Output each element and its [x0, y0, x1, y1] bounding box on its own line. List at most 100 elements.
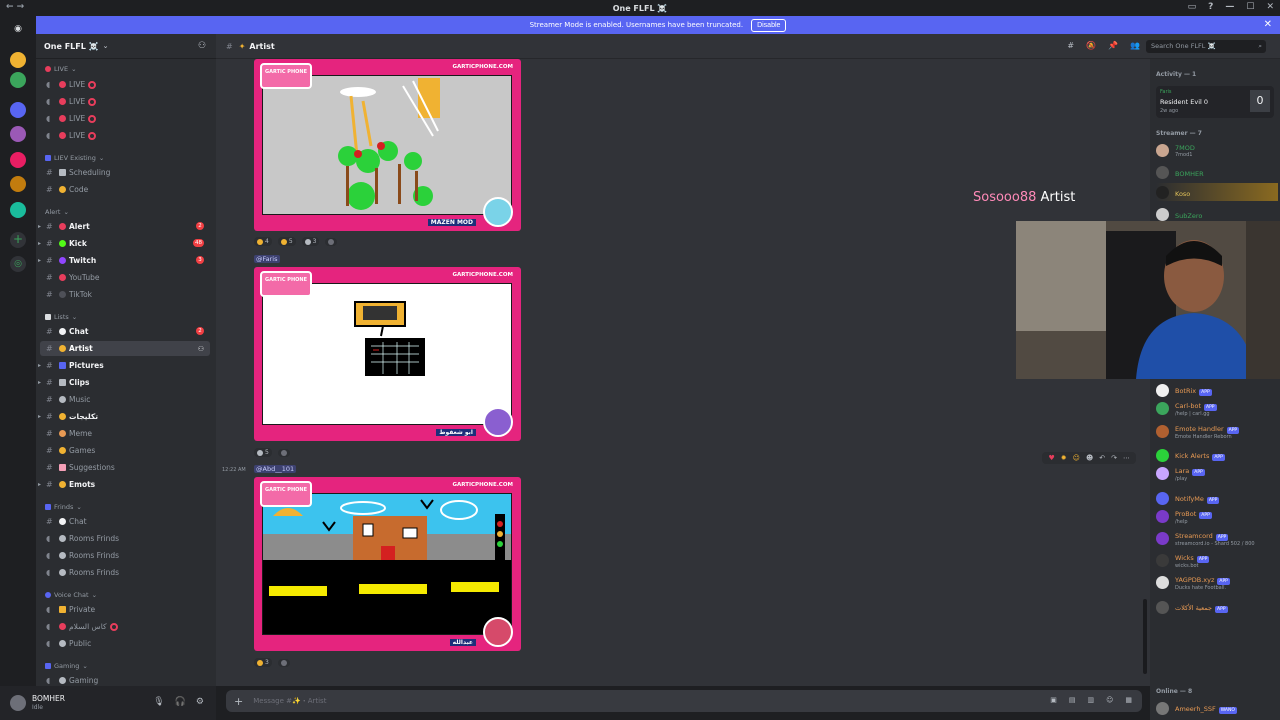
category-liev-existing[interactable]: LIEV Existing ⌄	[45, 153, 104, 163]
activity-card[interactable]: Faris Resident Evil 0 2w ago 0	[1156, 86, 1274, 118]
attach-plus-icon[interactable]: +	[234, 695, 243, 708]
channel-kick[interactable]: ▸ # Kick 48	[38, 236, 210, 251]
server-icon[interactable]	[10, 126, 26, 142]
add-member-icon[interactable]: ⚇	[198, 345, 204, 353]
fire-reaction-icon[interactable]: ✹	[1061, 454, 1067, 462]
add-server-icon[interactable]: +	[10, 232, 26, 248]
close-icon[interactable]: ✕	[1266, 2, 1274, 12]
channel-live[interactable]: ◖ LIVE	[40, 94, 210, 109]
channel-twitch[interactable]: ▸ # Twitch 3	[38, 253, 210, 268]
search-input[interactable]: Search One FLFL ☠️ ⌕	[1146, 40, 1266, 53]
channel-gaming[interactable]: ◖ Gaming	[40, 673, 210, 686]
member-item[interactable]: 7MOD 7mod1	[1156, 141, 1278, 159]
channel-rooms-frinds[interactable]: ◖ Rooms Frinds	[40, 565, 210, 580]
add-reaction-button[interactable]	[277, 658, 290, 667]
channel-chat[interactable]: # Chat 2	[40, 324, 210, 339]
message-composer[interactable]: + Message #✨・Artist ▣ ▤ ▥ ☺ ▦	[226, 690, 1142, 712]
user-mention[interactable]: @Abd__101	[254, 465, 297, 473]
close-banner-icon[interactable]: ✕	[1264, 19, 1272, 30]
invite-icon[interactable]: ⚇	[198, 41, 208, 51]
add-reaction-button[interactable]	[277, 448, 290, 457]
channel-youtube[interactable]: # YouTube	[40, 270, 210, 285]
explore-icon[interactable]: ◎	[10, 256, 26, 272]
category-lists[interactable]: Lists ⌄	[45, 312, 77, 322]
bot-member-item[interactable]: Carl-bot APP/help | carl.gg	[1156, 399, 1278, 417]
reaction-chip[interactable]: 4	[254, 237, 272, 246]
bot-member-item[interactable]: ProBot APP/help	[1156, 507, 1278, 525]
channel-pictures[interactable]: ▸ # Pictures	[38, 358, 210, 373]
channel-live[interactable]: ◖ LIVE	[40, 111, 210, 126]
bot-member-item[interactable]: Wicks APP wicks.bot	[1156, 551, 1278, 569]
category-frinds[interactable]: Frinds ⌄	[45, 502, 82, 512]
chat-scrollbar[interactable]	[1143, 599, 1147, 674]
channel-music[interactable]: # Music	[40, 392, 210, 407]
bot-member-item[interactable]: BotRix APP	[1156, 381, 1278, 399]
sticker-icon[interactable]: ▥	[1087, 696, 1094, 704]
category-voice-chat[interactable]: Voice Chat ⌄	[45, 590, 97, 600]
channel-games[interactable]: # Games	[40, 443, 210, 458]
emoji-picker-icon[interactable]: ☺	[1106, 696, 1113, 704]
category-live[interactable]: LIVE ⌄	[45, 64, 77, 74]
minimize-icon[interactable]: —	[1225, 2, 1234, 12]
channel-arabic[interactable]: ▸ # تكليجات	[38, 409, 210, 424]
bot-member-item[interactable]: YAGPDB.xyz APP Ducks hate Football.	[1156, 573, 1278, 591]
reaction-chip[interactable]: 3	[301, 237, 320, 246]
channel-rooms-frinds[interactable]: ◖ Rooms Frinds	[40, 531, 210, 546]
channel-public[interactable]: ◖ Public	[40, 636, 210, 651]
headphones-icon[interactable]: 🎧	[175, 697, 186, 707]
back-forward-icon[interactable]: ← →	[6, 2, 24, 12]
bot-member-item[interactable]: Kick Alerts APP	[1156, 446, 1278, 464]
threads-icon[interactable]: #	[1067, 41, 1074, 50]
channel-live[interactable]: ◖ LIVE	[40, 128, 210, 143]
forward-icon[interactable]: ↷	[1111, 454, 1117, 462]
gartic-image-attachment[interactable]: GARTIC PHONE GARTICPHONE.COM عبدالله	[254, 477, 521, 651]
bot-member-item[interactable]: Streamcord APP streamcord.io - Shard 502 /…	[1156, 529, 1278, 547]
reaction-chip[interactable]: 5	[254, 448, 272, 457]
server-icon[interactable]	[10, 52, 26, 68]
server-icon[interactable]	[10, 102, 26, 118]
bot-member-item[interactable]: Lara APP/play	[1156, 464, 1278, 482]
maximize-icon[interactable]: ☐	[1246, 2, 1254, 12]
gif-icon[interactable]: ▤	[1069, 696, 1076, 704]
apps-icon[interactable]: ▦	[1125, 696, 1132, 704]
server-header[interactable]: One FLFL ☠️ ⌄ ⚇	[36, 34, 216, 59]
reaction-chip[interactable]: 3	[254, 658, 272, 667]
channel-alert[interactable]: ▸ # Alert 2	[38, 219, 210, 234]
member-item[interactable]: Koso	[1156, 183, 1278, 201]
category-alert[interactable]: Alert ⌄	[45, 207, 69, 217]
channel-suggestions[interactable]: # Suggestions	[40, 460, 210, 475]
add-reaction-button[interactable]	[325, 237, 338, 246]
add-reaction-icon[interactable]: ☻	[1086, 454, 1093, 462]
reaction-chip[interactable]: 5	[277, 237, 296, 246]
channel-clips[interactable]: ▸ # Clips	[38, 375, 210, 390]
bot-member-item[interactable]: جمعية الأكلات APP	[1156, 598, 1278, 616]
bot-member-item[interactable]: Emote Handler APP Emote Handler Reborn	[1156, 422, 1278, 440]
pin-icon[interactable]: 📌	[1108, 41, 1118, 50]
discord-home-icon[interactable]: ◉	[10, 22, 26, 36]
channel-private[interactable]: ◖ Private	[40, 602, 210, 617]
bot-member-item[interactable]: NotifyMe APP	[1156, 489, 1278, 507]
channel-tiktok[interactable]: # TikTok	[40, 287, 210, 302]
channel-live[interactable]: ◖ LIVE	[40, 77, 210, 92]
mute-bell-icon[interactable]: 🔕	[1086, 41, 1096, 50]
server-icon[interactable]	[10, 176, 26, 192]
member-item[interactable]: Ameerh_SSF WANO	[1156, 699, 1278, 717]
gartic-image-attachment[interactable]: GARTIC PHONE GARTICPHONE.COM MAZEN MOD	[254, 59, 521, 231]
server-icon[interactable]	[10, 72, 26, 88]
reply-icon[interactable]: ↶	[1099, 454, 1105, 462]
heart-reaction-icon[interactable]: ♥	[1048, 454, 1054, 462]
channel-code[interactable]: # Code	[40, 182, 210, 197]
channel-artist[interactable]: # Artist ⚇	[40, 341, 210, 356]
server-icon[interactable]	[10, 202, 26, 218]
channel-frinds-chat[interactable]: # Chat	[40, 514, 210, 529]
server-icon[interactable]	[10, 152, 26, 168]
channel-emots[interactable]: ▸ # Emots	[38, 477, 210, 492]
channel-meme[interactable]: # Meme	[40, 426, 210, 441]
inbox-icon[interactable]: ▭	[1188, 2, 1197, 12]
message-input[interactable]: Message #✨・Artist	[253, 696, 326, 706]
help-icon[interactable]: ?	[1208, 2, 1213, 12]
disable-streamer-mode-button[interactable]: Disable	[751, 18, 787, 32]
more-icon[interactable]: ⋯	[1123, 454, 1130, 462]
gartic-image-attachment[interactable]: GARTIC PHONE GARTICPHONE.COM ابو شعفوط	[254, 267, 521, 441]
category-gaming[interactable]: Gaming ⌄	[45, 661, 88, 671]
